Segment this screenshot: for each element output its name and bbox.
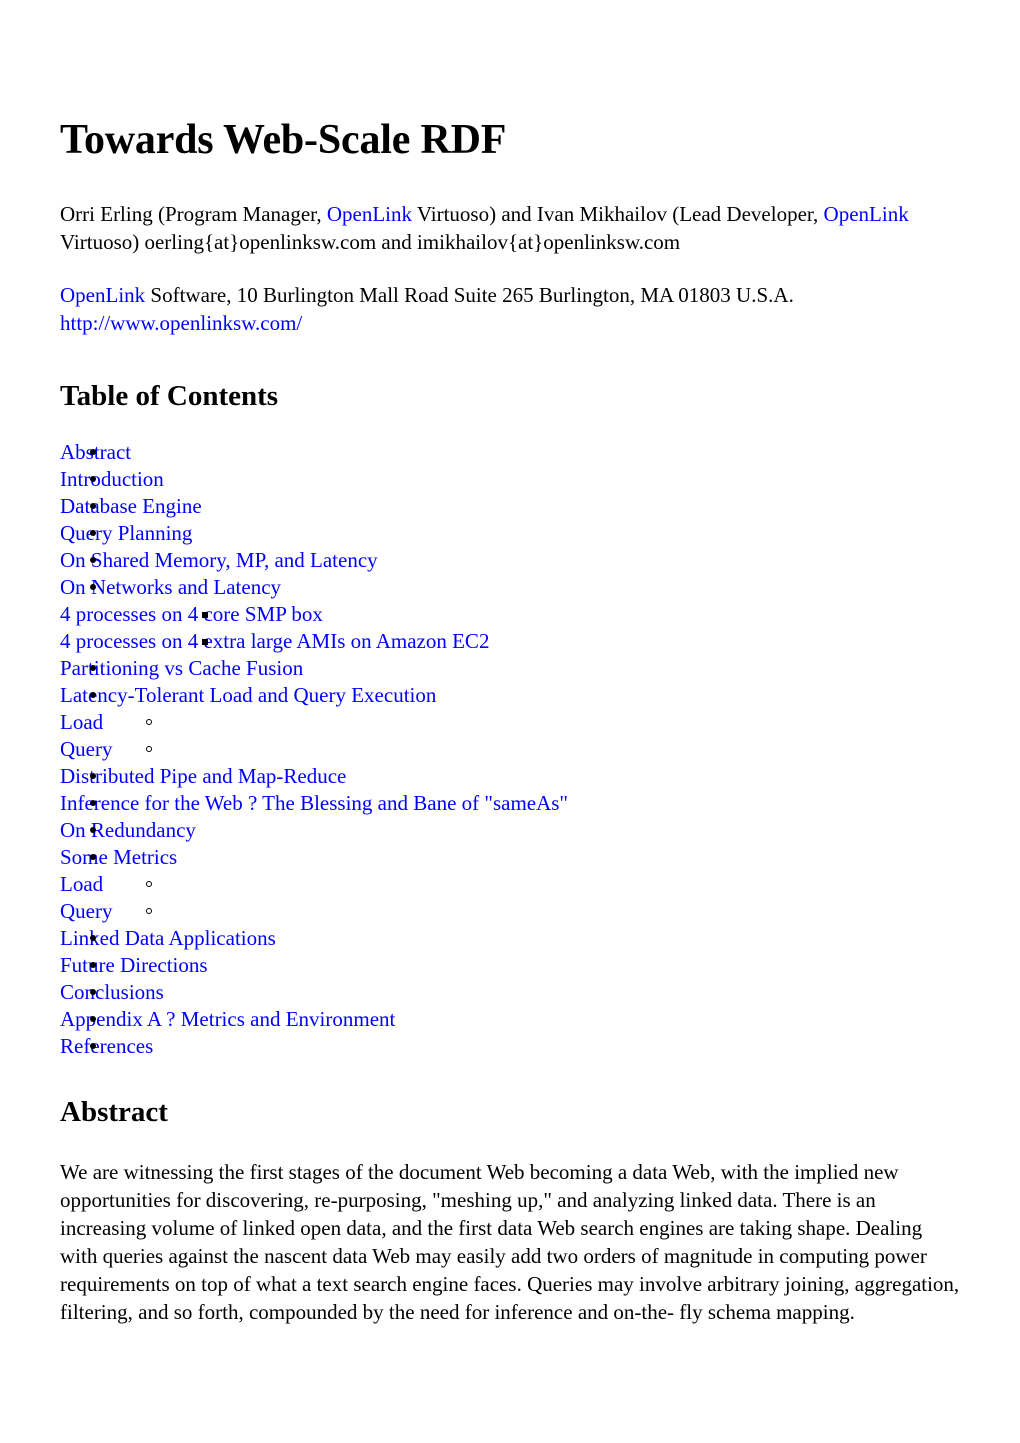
openlinksw-url-link[interactable]: http://www.openlinksw.com/ [60, 311, 302, 335]
toc-link[interactable]: Latency-Tolerant Load and Query Executio… [60, 683, 436, 707]
toc-link[interactable]: Conclusions [60, 980, 164, 1004]
authors-block: Orri Erling (Program Manager, OpenLink V… [60, 201, 960, 257]
authors-text-after-link2: Virtuoso) oerling{at}openlinksw.com and … [60, 230, 681, 255]
page-title: Towards Web-Scale RDF [60, 117, 507, 163]
circle-bullet-icon [146, 719, 152, 726]
address-text: Software, 10 Burlington Mall Road Suite … [145, 283, 794, 308]
address-block: OpenLink Software, 10 Burlington Mall Ro… [60, 282, 960, 338]
toc-link[interactable]: Query Planning [60, 521, 192, 545]
toc-link[interactable]: 4 processes on 4 core SMP box [60, 602, 323, 626]
circle-bullet-icon [146, 908, 152, 915]
authors-text-after-link1: Virtuoso) and Ivan Mikhailov (Lead Devel… [411, 202, 819, 227]
toc-list-item: Query [60, 736, 960, 763]
toc-list-item: On Networks and Latency [60, 574, 960, 601]
toc-link[interactable]: Load [60, 710, 103, 734]
toc-link[interactable]: 4 processes on 4 extra large AMIs on Ama… [60, 629, 489, 653]
toc-link[interactable]: On Shared Memory, MP, and Latency [60, 548, 378, 572]
toc-link[interactable]: Introduction [60, 467, 164, 491]
document-page: Towards Web-Scale RDF Orri Erling (Progr… [0, 0, 1020, 1443]
toc-link[interactable]: Distributed Pipe and Map-Reduce [60, 764, 346, 788]
abstract-paragraph: We are witnessing the first stages of th… [60, 1159, 960, 1324]
toc-list-item: Introduction [60, 466, 960, 493]
toc-link[interactable]: Inference for the Web ? The Blessing and… [60, 791, 568, 815]
toc-list-item: Latency-Tolerant Load and Query Executio… [60, 682, 960, 709]
toc-link[interactable]: Future Directions [60, 953, 208, 977]
toc-list-item: Load [60, 871, 960, 898]
toc-list-item: On Shared Memory, MP, and Latency [60, 547, 960, 574]
toc-link[interactable]: References [60, 1034, 153, 1058]
toc-link[interactable]: Database Engine [60, 494, 202, 518]
toc-link[interactable]: Some Metrics [60, 845, 177, 869]
toc-link[interactable]: On Redundancy [60, 818, 196, 842]
toc-list-item: Linked Data Applications [60, 925, 960, 952]
toc-list-item: Conclusions [60, 979, 960, 1006]
circle-bullet-icon [146, 746, 152, 753]
toc-list-item: References [60, 1033, 960, 1060]
toc-list-item: 4 processes on 4 core SMP box [60, 601, 960, 628]
authors-text-before-link1: Orri Erling (Program Manager, [60, 202, 327, 227]
toc-link[interactable]: Partitioning vs Cache Fusion [60, 656, 303, 680]
toc-list-item: Query Planning [60, 520, 960, 547]
toc-list-item: Query [60, 898, 960, 925]
openlink-link-3[interactable]: OpenLink [60, 283, 145, 307]
toc-list-item: Some Metrics [60, 844, 960, 871]
toc-list-item: Partitioning vs Cache Fusion [60, 655, 960, 682]
toc-list-item: Appendix A ? Metrics and Environment [60, 1006, 960, 1033]
toc-list-item: Load [60, 709, 960, 736]
toc-list-item: Abstract [60, 439, 960, 466]
toc-list-item: Future Directions [60, 952, 960, 979]
circle-bullet-icon [146, 881, 152, 888]
toc-link[interactable]: Query [60, 899, 112, 923]
openlink-link-2[interactable]: OpenLink [824, 202, 909, 226]
toc-link[interactable]: Query [60, 737, 112, 761]
square-bullet-icon [202, 612, 208, 619]
openlink-link-1[interactable]: OpenLink [327, 202, 412, 226]
toc-list-item: Distributed Pipe and Map-Reduce [60, 763, 960, 790]
toc-link[interactable]: Appendix A ? Metrics and Environment [60, 1007, 395, 1031]
toc-list-item: 4 processes on 4 extra large AMIs on Ama… [60, 628, 960, 655]
toc-list-item: On Redundancy [60, 817, 960, 844]
table-of-contents-heading: Table of Contents [60, 380, 279, 413]
toc-link[interactable]: Load [60, 872, 103, 896]
table-of-contents-list: AbstractIntroduction Database Engine Query… [60, 439, 960, 1060]
abstract-heading: Abstract [60, 1096, 168, 1129]
toc-list-item: Inference for the Web ? The Blessing and… [60, 790, 960, 817]
toc-list-item: Database Engine [60, 493, 960, 520]
square-bullet-icon [202, 639, 208, 646]
